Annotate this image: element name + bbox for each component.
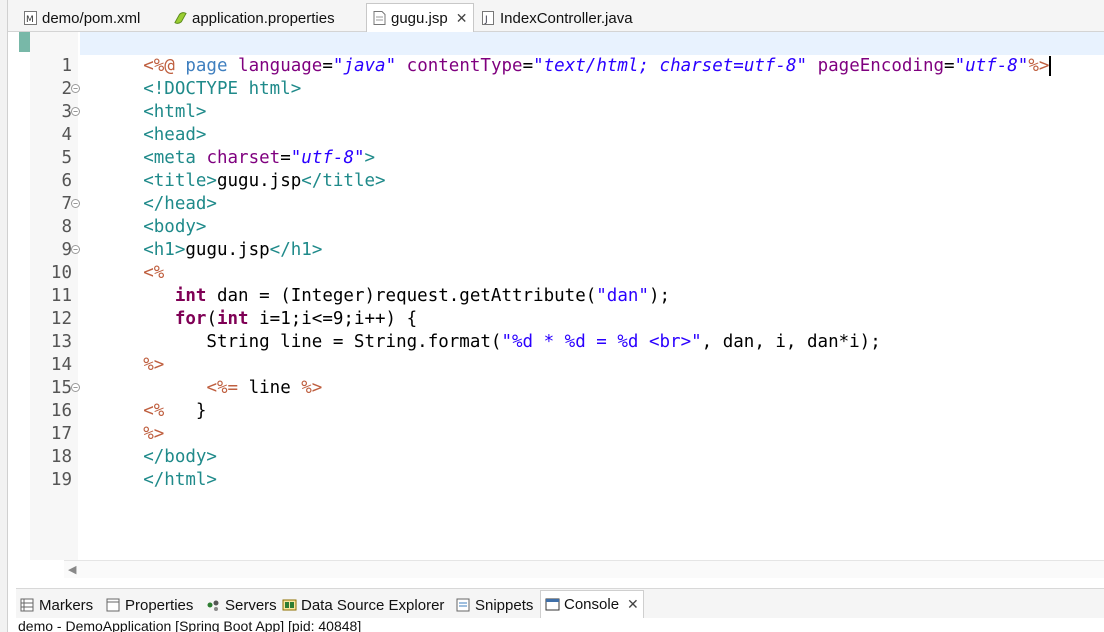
code-line-11[interactable]: 11 int dan = (Integer)request.getAttribu… [51,262,1104,306]
tab-servers[interactable]: Servers [206,593,277,617]
code-line-15[interactable]: 15 <%= line %> [51,354,1104,398]
java-file-icon: J [482,11,494,25]
markers-icon [20,598,34,612]
console-status-text: demo - DemoApplication [Spring Boot App]… [18,618,362,632]
tab-label: Properties [125,596,194,614]
tab-gugu-jsp[interactable]: gugu.jsp ✕ [366,3,475,33]
tab-label: Console [564,596,620,613]
horizontal-scrollbar[interactable]: ◀ [64,560,1104,578]
code-line-16[interactable]: 16− <% } [51,377,1104,421]
line-number: 10 [50,263,72,283]
line-number: 13 [50,332,72,352]
line-number: 7 [61,194,72,214]
data-source-icon [282,599,297,611]
svg-text:J: J [484,15,488,25]
tab-label: Markers [39,596,94,614]
code-line-18[interactable]: 18 </body> [51,423,1104,467]
code-line-9[interactable]: 9 <h1>gugu.jsp</h1> [61,216,1104,260]
html-tag: </html> [143,470,217,490]
fold-toggle-icon[interactable]: − [71,383,80,392]
tab-console[interactable]: Console ✕ [540,590,644,618]
code-line-6[interactable]: 6 <title>gugu.jsp</title> [61,147,1104,191]
fold-toggle-icon[interactable]: − [71,245,80,254]
code-line-4[interactable]: 4− <head> [61,101,1104,145]
maven-file-icon: M [24,11,37,25]
code-line-10[interactable]: 10− <% [51,239,1104,283]
properties-file-icon [174,12,187,24]
line-number: 9 [61,240,72,260]
tab-label: Servers [225,596,277,614]
line-number: 12 [50,309,72,329]
svg-text:M: M [26,15,34,25]
line-number: 2 [61,79,72,99]
snippets-icon [456,598,470,612]
scroll-left-icon[interactable]: ◀ [68,563,76,576]
code-line-5[interactable]: 5 <meta charset="utf-8"> [61,124,1104,168]
editor-tab-bar: M demo/pom.xml application.properties gu… [8,0,1104,33]
console-icon [545,598,560,610]
left-window-edge [0,0,8,632]
fold-toggle-icon[interactable]: − [71,107,80,116]
tab-label: demo/pom.xml [42,9,141,27]
tab-data-source-explorer[interactable]: Data Source Explorer [282,593,444,617]
code-line-1[interactable]: 1 <%@ page language="java" contentType="t… [61,32,1104,76]
line-number: 8 [61,217,72,237]
code-line-7[interactable]: 7 </head> [61,170,1104,214]
fold-toggle-icon[interactable]: − [71,84,80,93]
line-number: 19 [50,470,72,490]
overview-ruler [16,32,30,560]
code-line-2[interactable]: 2 <!DOCTYPE html> [61,55,1104,99]
close-console-icon[interactable]: ✕ [627,596,639,613]
close-tab-icon[interactable]: ✕ [456,10,468,27]
tab-label: Snippets [475,596,534,614]
line-number: 11 [50,286,72,306]
tab-label: Data Source Explorer [301,596,445,614]
line-number: 15 [50,378,72,398]
jsp-file-icon [373,11,386,25]
tab-application-properties[interactable]: application.properties [168,4,341,32]
tab-label: application.properties [192,9,335,27]
code-line-3[interactable]: 3− <html> [61,78,1104,122]
code-area[interactable]: 1 <%@ page language="java" contentType="t… [51,32,1104,560]
tab-label: IndexController.java [500,9,633,27]
code-line-19[interactable]: 19 </html> [51,446,1104,490]
code-line-8[interactable]: 8− <body> [61,193,1104,237]
line-number: 5 [61,148,72,168]
tab-index-controller[interactable]: J IndexController.java [476,4,639,32]
code-line-13[interactable]: 13 String line = String.format("%d * %d … [51,308,1104,352]
tab-markers[interactable]: Markers [20,593,93,617]
code-line-14[interactable]: 14 %> [51,331,1104,375]
line-number: 16 [50,401,72,421]
tab-snippets[interactable]: Snippets [456,593,533,617]
line-number: 18 [50,447,72,467]
tab-label: gugu.jsp [391,9,448,27]
line-number: 4 [61,125,72,145]
code-editor[interactable]: 1 <%@ page language="java" contentType="t… [16,32,1104,560]
servers-icon [207,600,219,611]
tab-pom-xml[interactable]: M demo/pom.xml [18,4,146,32]
properties-view-icon [106,598,120,612]
line-number: 6 [61,171,72,191]
code-line-12[interactable]: 12 for(int i=1;i<=9;i++) { [51,285,1104,329]
current-line-marker [19,32,30,52]
bottom-view-tabs: Markers Properties Servers Data Source E… [16,588,1104,618]
line-number: 3 [61,102,72,122]
line-number: 17 [50,424,72,444]
fold-toggle-icon[interactable]: − [71,199,80,208]
code-line-17[interactable]: 17 %> [51,400,1104,444]
line-number: 14 [50,355,72,375]
line-number: 1 [61,56,72,76]
tab-properties[interactable]: Properties [106,593,193,617]
